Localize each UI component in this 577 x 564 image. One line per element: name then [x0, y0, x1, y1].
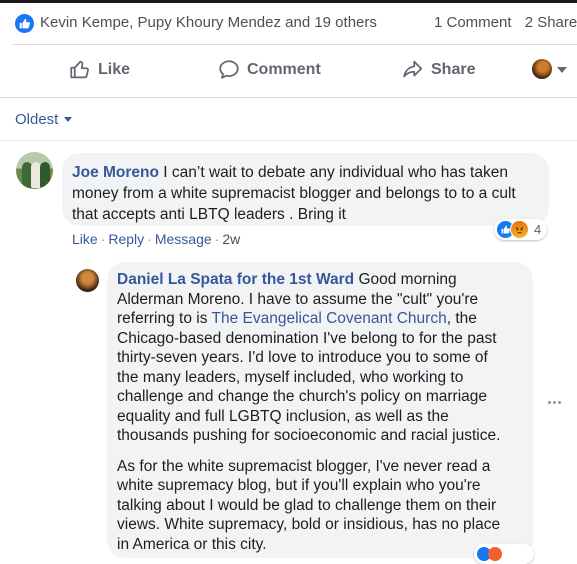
share-label: Share — [431, 60, 476, 78]
sort-label: Oldest — [15, 111, 59, 128]
avatar[interactable] — [16, 152, 53, 189]
reply-text-line: talking about I would be glad to challen… — [117, 496, 497, 514]
reaction-count: 4 — [534, 222, 542, 237]
post-actions: Like Comment Share — [0, 45, 577, 96]
shares-count[interactable]: 2 Shares — [525, 14, 577, 31]
reply-text-line: in America or this city. — [117, 535, 267, 553]
reply-author[interactable]: Daniel La Spata for the 1st Ward — [117, 271, 354, 288]
reply-text-line: thirty-seven years. I'd love to introduc… — [117, 349, 488, 366]
share-button[interactable]: Share — [401, 59, 475, 80]
reply-text-line: Alderman Moreno. I have to assume the "c… — [117, 290, 479, 308]
like-reaction-icon — [15, 14, 34, 33]
posting-as-avatar[interactable] — [532, 59, 552, 79]
reply-text-line: challenge and change the church's policy… — [117, 388, 488, 405]
reply-bubble: Daniel La Spata for the 1st Ward Good mo… — [107, 262, 533, 558]
reply-text-line: Chicago-based denomination I've belong t… — [117, 329, 497, 347]
comment-author[interactable]: Joe Moreno — [72, 164, 159, 181]
comment-timestamp[interactable]: 2w — [222, 231, 240, 247]
comment-message-link[interactable]: Message — [155, 231, 212, 247]
comment-reply-link[interactable]: Reply — [108, 231, 144, 247]
comment-like-link[interactable]: Like — [72, 231, 98, 247]
avatar[interactable] — [76, 269, 99, 292]
more-dots-icon[interactable] — [548, 401, 563, 404]
comment-label: Comment — [247, 60, 321, 78]
divider — [0, 140, 577, 141]
chevron-down-icon[interactable] — [557, 67, 567, 73]
reply-text-line: equality and full LGBTQ inclusion, as we… — [117, 407, 449, 425]
speech-bubble-icon — [219, 60, 239, 79]
comment-reactions[interactable]: 4 — [494, 219, 548, 240]
reactions-summary: Kevin Kempe, Pupy Khoury Mendez and 19 o… — [0, 3, 577, 41]
comment-text-line: money from a white supremacist blogger a… — [72, 185, 516, 202]
comment-actions: Like · Reply · Message · 2w — [72, 231, 241, 247]
share-arrow-icon — [403, 60, 423, 78]
thumbs-up-icon — [70, 60, 89, 79]
comment-text-line: I can’t wait to debate any individual wh… — [163, 164, 508, 181]
reply-text-line: Good morning — [358, 271, 457, 288]
reactors-link[interactable]: Kevin Kempe, Pupy Khoury Mendez and 19 o… — [40, 14, 377, 31]
reply-reactions[interactable] — [474, 544, 534, 564]
comment-sort-dropdown[interactable]: Oldest — [15, 111, 73, 128]
comment-button[interactable]: Comment — [218, 59, 321, 80]
reply-text-line: referring to is — [117, 310, 212, 327]
chevron-down-icon — [64, 117, 73, 122]
reply-text-line: views. White supremacy, bold or insidiou… — [117, 516, 501, 533]
reply-text-line: thousands pushing for socioeconomic and … — [117, 427, 501, 444]
comments-count[interactable]: 1 Comment — [434, 14, 512, 31]
comment-text-line: that accepts anti LBTQ leaders . Bring i… — [72, 206, 346, 223]
comment-bubble: Joe Moreno I can’t wait to debate any in… — [62, 153, 549, 226]
divider — [0, 97, 577, 98]
like-label: Like — [98, 60, 131, 78]
angry-reaction-icon — [488, 547, 502, 561]
reply-text-line: the many leaders, myself included, who w… — [117, 368, 464, 386]
like-button[interactable]: Like — [69, 59, 130, 80]
reply-text-line: , the — [446, 310, 477, 327]
angry-reaction-icon — [510, 220, 529, 239]
reply-text-line: As for the white supremacist blogger, I'… — [117, 457, 491, 475]
church-link[interactable]: The Evangelical Covenant Church — [211, 310, 446, 327]
reply-text-line: white supremacy blog, but if you'll expl… — [117, 477, 481, 494]
